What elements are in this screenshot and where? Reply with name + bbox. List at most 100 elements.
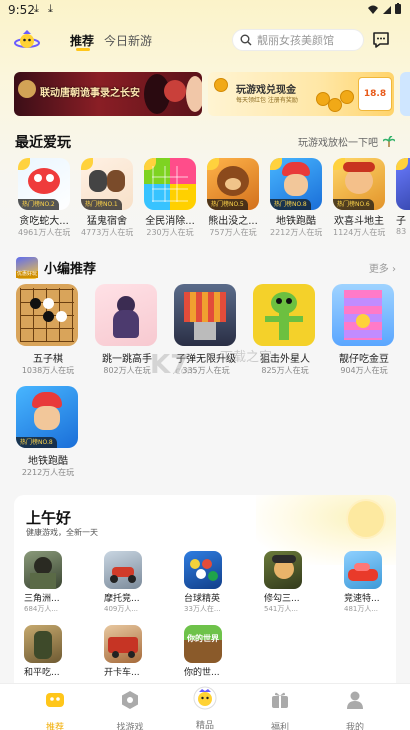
morning-game-card[interactable]: 你的世界 你的世...	[184, 625, 228, 678]
morning-game-card[interactable]: 开卡车...	[104, 625, 148, 678]
game-icon	[332, 284, 394, 346]
banner-event[interactable]: 联动唐朝诡事录之长安	[14, 72, 202, 116]
recent-game-card[interactable]: 全民消除... 230万人在玩	[144, 158, 196, 238]
banner-cash[interactable]: 玩游戏兑现金 每天领红包 注册有奖励 18.8	[208, 72, 394, 116]
morning-game-card[interactable]: 和平吃...	[24, 625, 68, 678]
corner-mark	[396, 158, 408, 170]
bottom-tab-mine[interactable]: 我的	[325, 690, 385, 730]
recent-game-card[interactable]: 热门榜NO.2 贪吃蛇大... 4961万人在玩	[18, 158, 70, 238]
morning-subtitle: 健康游戏，全新一天	[26, 528, 98, 537]
recent-section-more[interactable]: 玩游戏放松一下吧	[298, 134, 396, 149]
sun-icon	[346, 499, 386, 539]
banner-carousel: 联动唐朝诡事录之长安 玩游戏兑现金 每天领红包 注册有奖励 18.8	[0, 72, 410, 118]
editor-picks-more[interactable]: 更多 ›	[369, 260, 396, 275]
game-name: 地铁跑酷	[28, 456, 68, 467]
recent-more-text: 玩游戏放松一下吧	[298, 138, 378, 149]
game-name: 猛鬼宿舍	[87, 216, 127, 227]
player-count: 481万人...	[344, 605, 379, 613]
player-count: 2212万人在玩	[21, 468, 75, 477]
game-name: 靓仔吃金豆	[339, 354, 389, 365]
search-input[interactable]	[257, 32, 359, 48]
coin-icon	[214, 78, 228, 92]
game-name: 开卡车...	[104, 668, 140, 678]
search-bar[interactable]	[232, 29, 364, 51]
gift-icon	[272, 692, 288, 708]
download-icon: ⤓	[48, 2, 53, 15]
status-time: 9:52	[8, 3, 35, 17]
editor-game-card[interactable]: 靓仔吃金豆 904万人在玩	[332, 284, 396, 376]
tab-active-indicator	[76, 48, 90, 51]
message-icon[interactable]	[372, 31, 390, 49]
chevron-right-icon: ›	[392, 264, 396, 275]
morning-game-card[interactable]: 竞速特... 481万人...	[344, 551, 388, 614]
watermark-url: .com	[172, 366, 197, 377]
game-name: 修勾三...	[264, 594, 300, 604]
recent-game-card[interactable]: 热门榜NO.8 地铁跑酷 2212万人在玩	[270, 158, 322, 238]
editor-game-card[interactable]: 五子棋 1038万人在玩	[16, 284, 80, 376]
game-icon	[16, 284, 78, 346]
morning-game-card[interactable]: 摩托竞... 409万人...	[104, 551, 148, 614]
recent-game-card[interactable]: 热门榜NO.1 猛鬼宿舍 4773万人在玩	[81, 158, 133, 238]
game-icon: 热门榜NO.6	[333, 158, 385, 210]
corner-mark	[207, 158, 219, 170]
bottom-tab-featured[interactable]: 精品	[175, 686, 235, 730]
bottom-tab-label: 找游戏	[116, 723, 144, 730]
game-controller-icon	[46, 693, 64, 707]
tab-recommend[interactable]: 推荐	[70, 32, 94, 49]
game-icon	[144, 158, 196, 210]
app-logo-icon[interactable]	[14, 28, 40, 54]
recent-game-card[interactable]: 热门榜NO.5 熊出没之... 757万人在玩	[207, 158, 259, 238]
game-icon-text: 你的世界	[187, 634, 219, 643]
player-count: 83	[396, 227, 407, 236]
user-icon	[347, 691, 363, 709]
bottom-nav: 推荐 找游戏 精品 福利 我的	[0, 683, 410, 730]
bottom-tab-recommend[interactable]: 推荐	[25, 690, 85, 730]
corner-mark	[81, 158, 93, 170]
editor-picks-title: 小编推荐	[44, 262, 97, 277]
player-count: 33万人在...	[184, 605, 221, 613]
banner-cash-title: 玩游戏兑现金	[236, 85, 296, 96]
corner-mark	[270, 158, 282, 170]
banner-next[interactable]	[400, 72, 410, 116]
game-name: 摩托竞...	[104, 594, 140, 604]
game-icon	[95, 284, 157, 346]
player-count: 541万人...	[264, 605, 299, 613]
game-icon: 热门榜NO.2	[18, 158, 70, 210]
player-count: 1124万人在玩	[333, 228, 385, 237]
game-name: 三角洲...	[24, 594, 60, 604]
game-icon	[104, 551, 142, 589]
bottom-tab-find-games[interactable]: 找游戏	[100, 690, 160, 730]
morning-game-card[interactable]: 修勾三... 541万人...	[264, 551, 308, 614]
game-name: 熊出没之...	[208, 216, 258, 227]
game-icon	[344, 551, 382, 589]
game-name: 子	[396, 216, 406, 227]
editor-game-card[interactable]: 热门榜NO.8 地铁跑酷 2212万人在玩	[16, 386, 80, 478]
hexagon-icon	[122, 691, 138, 709]
game-icon	[174, 284, 236, 346]
game-icon: 热门榜NO.5	[207, 158, 259, 210]
more-text: 更多	[368, 264, 389, 275]
game-icon: 热门榜NO.8	[16, 386, 78, 448]
bottom-tab-welfare[interactable]: 福利	[250, 690, 310, 730]
recent-game-card[interactable]: 热门榜NO.6 欢喜斗地主 1124万人在玩	[333, 158, 385, 238]
recent-game-card[interactable]: 子 83	[396, 158, 410, 236]
player-count: 825万人在玩	[261, 366, 309, 375]
bottom-tab-label: 我的	[345, 723, 364, 730]
mascot-icon	[193, 686, 217, 710]
hot-rank-badge: 热门榜NO.1	[81, 199, 122, 210]
morning-game-card[interactable]: 台球精英 33万人在...	[184, 551, 228, 614]
tab-new-games[interactable]: 今日新游	[104, 32, 152, 49]
palm-tree-icon	[383, 136, 396, 147]
coin-icon	[340, 90, 354, 104]
game-icon: 热门榜NO.1	[81, 158, 133, 210]
wifi-battery-icon	[368, 3, 401, 14]
game-name: 地铁跑酷	[276, 216, 316, 227]
player-count: 4961万人在玩	[18, 228, 70, 237]
hot-rank-badge: 热门榜NO.8	[16, 437, 57, 448]
game-name: 全民消除...	[145, 216, 195, 227]
morning-game-card[interactable]: 三角洲... 684万人...	[24, 551, 68, 614]
player-count: 4773万人在玩	[81, 228, 133, 237]
game-icon	[396, 158, 410, 210]
game-icon	[264, 551, 302, 589]
player-count: 2212万人在玩	[270, 228, 322, 237]
